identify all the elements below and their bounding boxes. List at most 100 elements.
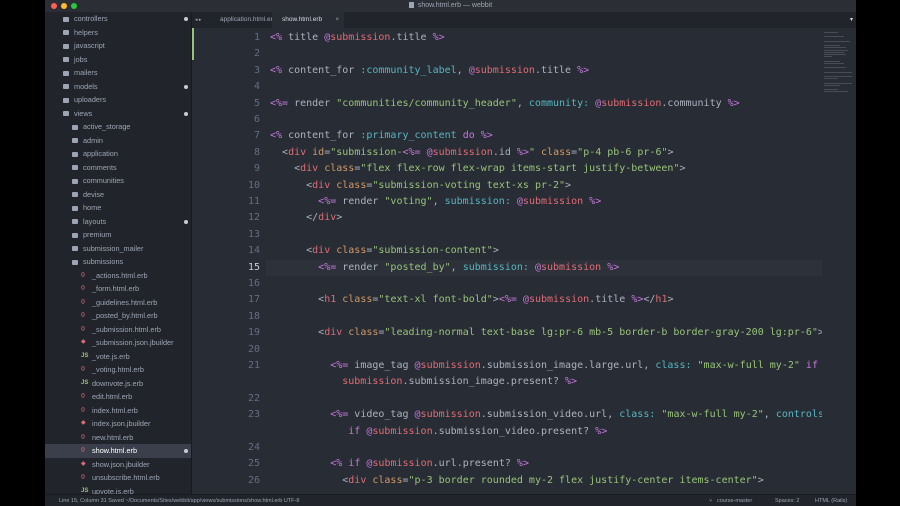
erb-file-icon: ⟨⟩ [81, 406, 85, 413]
close-tab-icon[interactable]: × [335, 12, 339, 28]
tree-item-label: new.html.erb [92, 432, 134, 442]
tree-item-label: index.json.jbuilder [92, 419, 151, 428]
tree-folder[interactable]: helpers [45, 26, 191, 40]
tree-file[interactable]: ⟨⟩ _form.html.erb [45, 282, 191, 296]
code-line[interactable]: <div class="leading-normal text-base lg:… [270, 325, 824, 341]
line-number: 9 [253, 163, 260, 175]
code-line[interactable]: <% content_for :primary_content do %> [270, 128, 493, 144]
tree-view[interactable]: controllers helpers javascript jobs mailers m… [45, 12, 191, 494]
tree-folder[interactable]: devise [45, 188, 191, 202]
minimap-line [824, 60, 840, 62]
tree-item-label: helpers [74, 27, 98, 37]
code-line[interactable]: <div id="submission-<%= @submission.id %… [270, 145, 673, 161]
tree-item-label: premium [83, 230, 112, 239]
code-line[interactable]: </div> [270, 210, 342, 226]
tree-folder[interactable]: comments [45, 161, 191, 175]
javascript-file-icon: JS [81, 379, 89, 386]
code-line[interactable]: <div class="p-3 border rounded my-2 flex… [270, 473, 764, 489]
tree-folder[interactable]: application [45, 147, 191, 161]
erb-file-icon: ⟨⟩ [81, 474, 85, 480]
code-line[interactable]: <%= render "posted_by", submission: @sub… [270, 260, 619, 276]
erb-file-icon: ⟨⟩ [81, 285, 85, 291]
status-cursor-file-info[interactable]: Line 15, Column 31 Saved ~/Documents/Sit… [59, 495, 299, 506]
folder-icon [63, 84, 69, 89]
tree-folder[interactable]: active_storage [45, 120, 191, 134]
code-line[interactable]: <div class="submission-content"> [270, 243, 499, 259]
tree-file[interactable]: ⟨⟩ unsubscribe.html.erb [45, 471, 191, 485]
code-line[interactable]: <%= render "communities/community_header… [270, 96, 740, 112]
tree-item-label: upvote.js.erb [92, 486, 134, 495]
status-branch[interactable]: course-master [717, 495, 752, 506]
code-line[interactable]: <div class="submission-voting text-xs pr… [270, 178, 571, 194]
javascript-file-icon: JS [81, 487, 89, 494]
tree-folder[interactable]: models [45, 80, 191, 94]
minimize-window-button[interactable] [61, 3, 67, 9]
tree-file[interactable]: JS downvote.js.erb [45, 377, 191, 391]
tree-file[interactable]: ⟨⟩ new.html.erb [45, 431, 191, 445]
tab-label: application.html.erb [220, 16, 277, 23]
tree-file[interactable]: ⟨⟩ show.html.erb [45, 444, 191, 458]
tree-file[interactable]: ⟨⟩ _posted_by.html.erb [45, 309, 191, 323]
tree-folder[interactable]: submissions [45, 255, 191, 269]
tab-show-html-erb[interactable]: show.html.erb × [272, 12, 344, 28]
tree-item-label: views [74, 108, 93, 118]
code-line[interactable]: <div class="flex flex-row flex-wrap item… [270, 161, 685, 177]
tree-folder[interactable]: home [45, 201, 191, 215]
tree-item-label: _guidelines.html.erb [92, 297, 158, 307]
tree-file[interactable]: JS _vote.js.erb [45, 350, 191, 364]
minimap-line [824, 32, 838, 33]
tree-folder[interactable]: layouts [45, 215, 191, 229]
modified-indicator-icon [184, 17, 188, 21]
minimap[interactable] [822, 28, 856, 494]
line-number: 10 [247, 179, 260, 191]
tree-file[interactable]: ⟨⟩ _submission.html.erb [45, 323, 191, 337]
folder-icon [72, 192, 78, 197]
code-line[interactable]: <% if @submission.url.present? %> [270, 456, 529, 472]
status-indent[interactable]: Spaces: 2 [775, 495, 799, 506]
tree-file[interactable]: ◆ show.json.jbuilder [45, 458, 191, 472]
tree-file[interactable]: ⟨⟩ _actions.html.erb [45, 269, 191, 283]
status-grammar[interactable]: HTML (Rails) [815, 495, 847, 506]
tab-scroll-arrows-icon[interactable]: ◂ ▸ [195, 12, 201, 28]
minimap-line [824, 56, 832, 58]
tree-file[interactable]: ◆ _submission.json.jbuilder [45, 336, 191, 350]
code-editor[interactable]: 1 2 3 4 5 6 7 8 9 10 11 12 13 14 15 16 17 18 19 20 21 22 23 24 2… [192, 28, 856, 494]
tree-folder[interactable]: admin [45, 134, 191, 148]
code-line[interactable]: <% content_for :community_label, @submis… [270, 63, 589, 79]
zoom-window-button[interactable] [71, 3, 77, 9]
editor-window: show.html.erb — webbit controllers helper… [45, 0, 856, 506]
code-line[interactable]: <% title @submission.title %> [270, 30, 445, 46]
erb-file-icon: ⟨⟩ [81, 271, 85, 278]
minimap-line [824, 82, 852, 84]
window-title: show.html.erb — webbit [417, 2, 493, 9]
folder-icon [72, 151, 78, 157]
tree-folder[interactable]: views [45, 107, 191, 121]
tree-file[interactable]: ⟨⟩ edit.html.erb [45, 390, 191, 404]
tree-folder[interactable]: uploaders [45, 93, 191, 107]
tree-folder[interactable]: submission_mailer [45, 242, 191, 256]
modified-indicator-icon [184, 111, 188, 116]
line-number: 8 [253, 146, 260, 158]
line-number: 12 [247, 212, 260, 224]
tree-folder[interactable]: premium [45, 228, 191, 242]
code-line[interactable]: <%= image_tag @submission.submission_ima… [270, 358, 830, 391]
tree-folder[interactable]: jobs [45, 53, 191, 67]
tab-dropdown-icon[interactable]: ▾ [850, 12, 853, 28]
tree-item-label: _submission.html.erb [92, 324, 161, 334]
tree-file[interactable]: ⟨⟩ _guidelines.html.erb [45, 296, 191, 310]
code-line[interactable]: <%= render "voting", submission: @submis… [270, 194, 601, 210]
modified-indicator-icon [184, 219, 188, 224]
tree-folder[interactable]: communities [45, 174, 191, 188]
tree-file[interactable]: ⟨⟩ index.html.erb [45, 404, 191, 418]
tree-file[interactable]: JS upvote.js.erb [45, 485, 191, 495]
code-line[interactable]: <h1 class="text-xl font-bold"><%= @submi… [270, 292, 673, 308]
tree-folder[interactable]: controllers [45, 12, 191, 26]
tree-item-label: uploaders [74, 95, 107, 104]
minimap-line [824, 84, 840, 86]
tree-file[interactable]: ◆ index.json.jbuilder [45, 417, 191, 431]
tree-folder[interactable]: mailers [45, 66, 191, 80]
close-window-button[interactable] [51, 3, 57, 9]
tree-file[interactable]: ⟨⟩ _voting.html.erb [45, 363, 191, 377]
tree-folder[interactable]: javascript [45, 39, 191, 53]
code-line[interactable]: <%= video_tag @submission.submission_vid… [270, 407, 856, 440]
